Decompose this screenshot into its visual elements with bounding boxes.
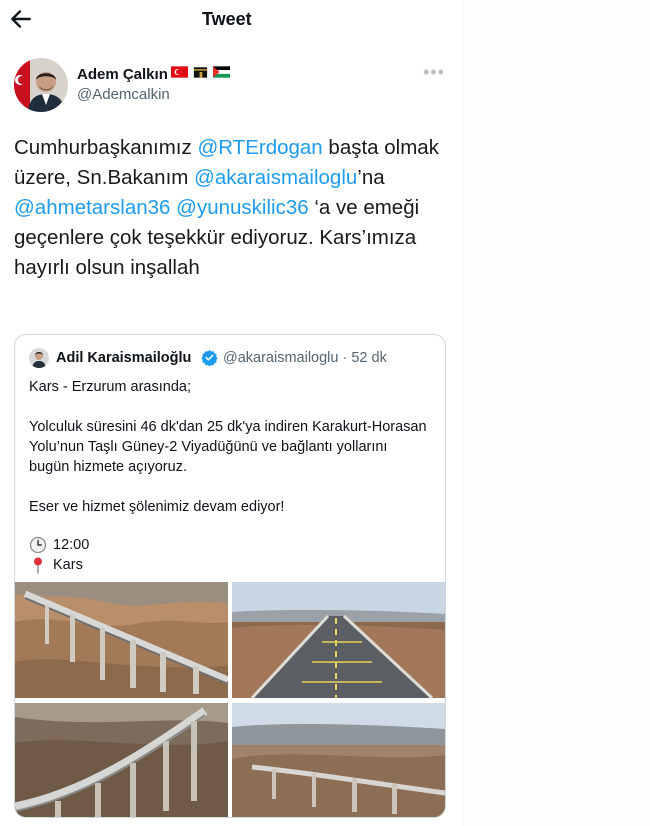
location-row: Kars xyxy=(29,555,89,575)
palestine-flag-icon xyxy=(213,66,230,78)
mention-link[interactable]: @yunuskilic36 xyxy=(176,196,308,219)
tweet-text-segment: Cumhurbaşkanımız xyxy=(14,136,198,159)
mention-link[interactable]: @ahmetarslan36 xyxy=(14,196,170,219)
quoted-meta: 12:00 Kars xyxy=(29,535,89,575)
quoted-author-name[interactable]: Adil Karaismailoğlu xyxy=(56,350,191,366)
mention-link[interactable]: @akaraismailoglu xyxy=(194,166,357,189)
time-row: 12:00 xyxy=(29,535,89,555)
turkey-flag-icon xyxy=(171,66,188,78)
quoted-author-handle[interactable]: @akaraismailoglu · 52 dk xyxy=(223,350,387,366)
arrow-left-icon[interactable] xyxy=(8,6,34,32)
time-text: 12:00 xyxy=(53,537,90,553)
photo-viaduct-wide[interactable] xyxy=(232,703,445,817)
avatar[interactable] xyxy=(14,58,68,112)
author-handle[interactable]: @Ademcalkin xyxy=(77,86,170,103)
more-options-icon[interactable]: ••• xyxy=(423,62,445,83)
mention-link[interactable]: @RTErdogan xyxy=(197,136,322,159)
right-blank-area xyxy=(462,0,650,826)
tweet-text-segment: ’na xyxy=(357,166,385,189)
photo-viaduct-curve[interactable] xyxy=(15,703,228,817)
photo-grid xyxy=(15,582,445,817)
kaaba-icon xyxy=(193,67,208,78)
pin-icon xyxy=(34,557,42,574)
tweet-text: Cumhurbaşkanımız @RTErdogan başta olmak … xyxy=(14,133,454,283)
verified-badge-icon xyxy=(201,350,218,366)
author-flags xyxy=(171,66,230,78)
photo-viaduct-side[interactable] xyxy=(15,582,228,698)
photo-bridge-deck[interactable] xyxy=(232,582,445,698)
top-bar: Tweet xyxy=(0,0,460,40)
page-title: Tweet xyxy=(202,9,252,29)
clock-icon xyxy=(29,536,47,554)
quoted-tweet-text: Kars - Erzurum arasında; Yolculuk süresi… xyxy=(29,379,427,515)
location-text: Kars xyxy=(53,557,83,573)
quoted-avatar[interactable] xyxy=(29,348,49,368)
author-name[interactable]: Adem Çalkın xyxy=(77,66,168,83)
quoted-tweet[interactable]: Adil Karaismailoğlu @akaraismailoglu · 5… xyxy=(14,334,446,818)
